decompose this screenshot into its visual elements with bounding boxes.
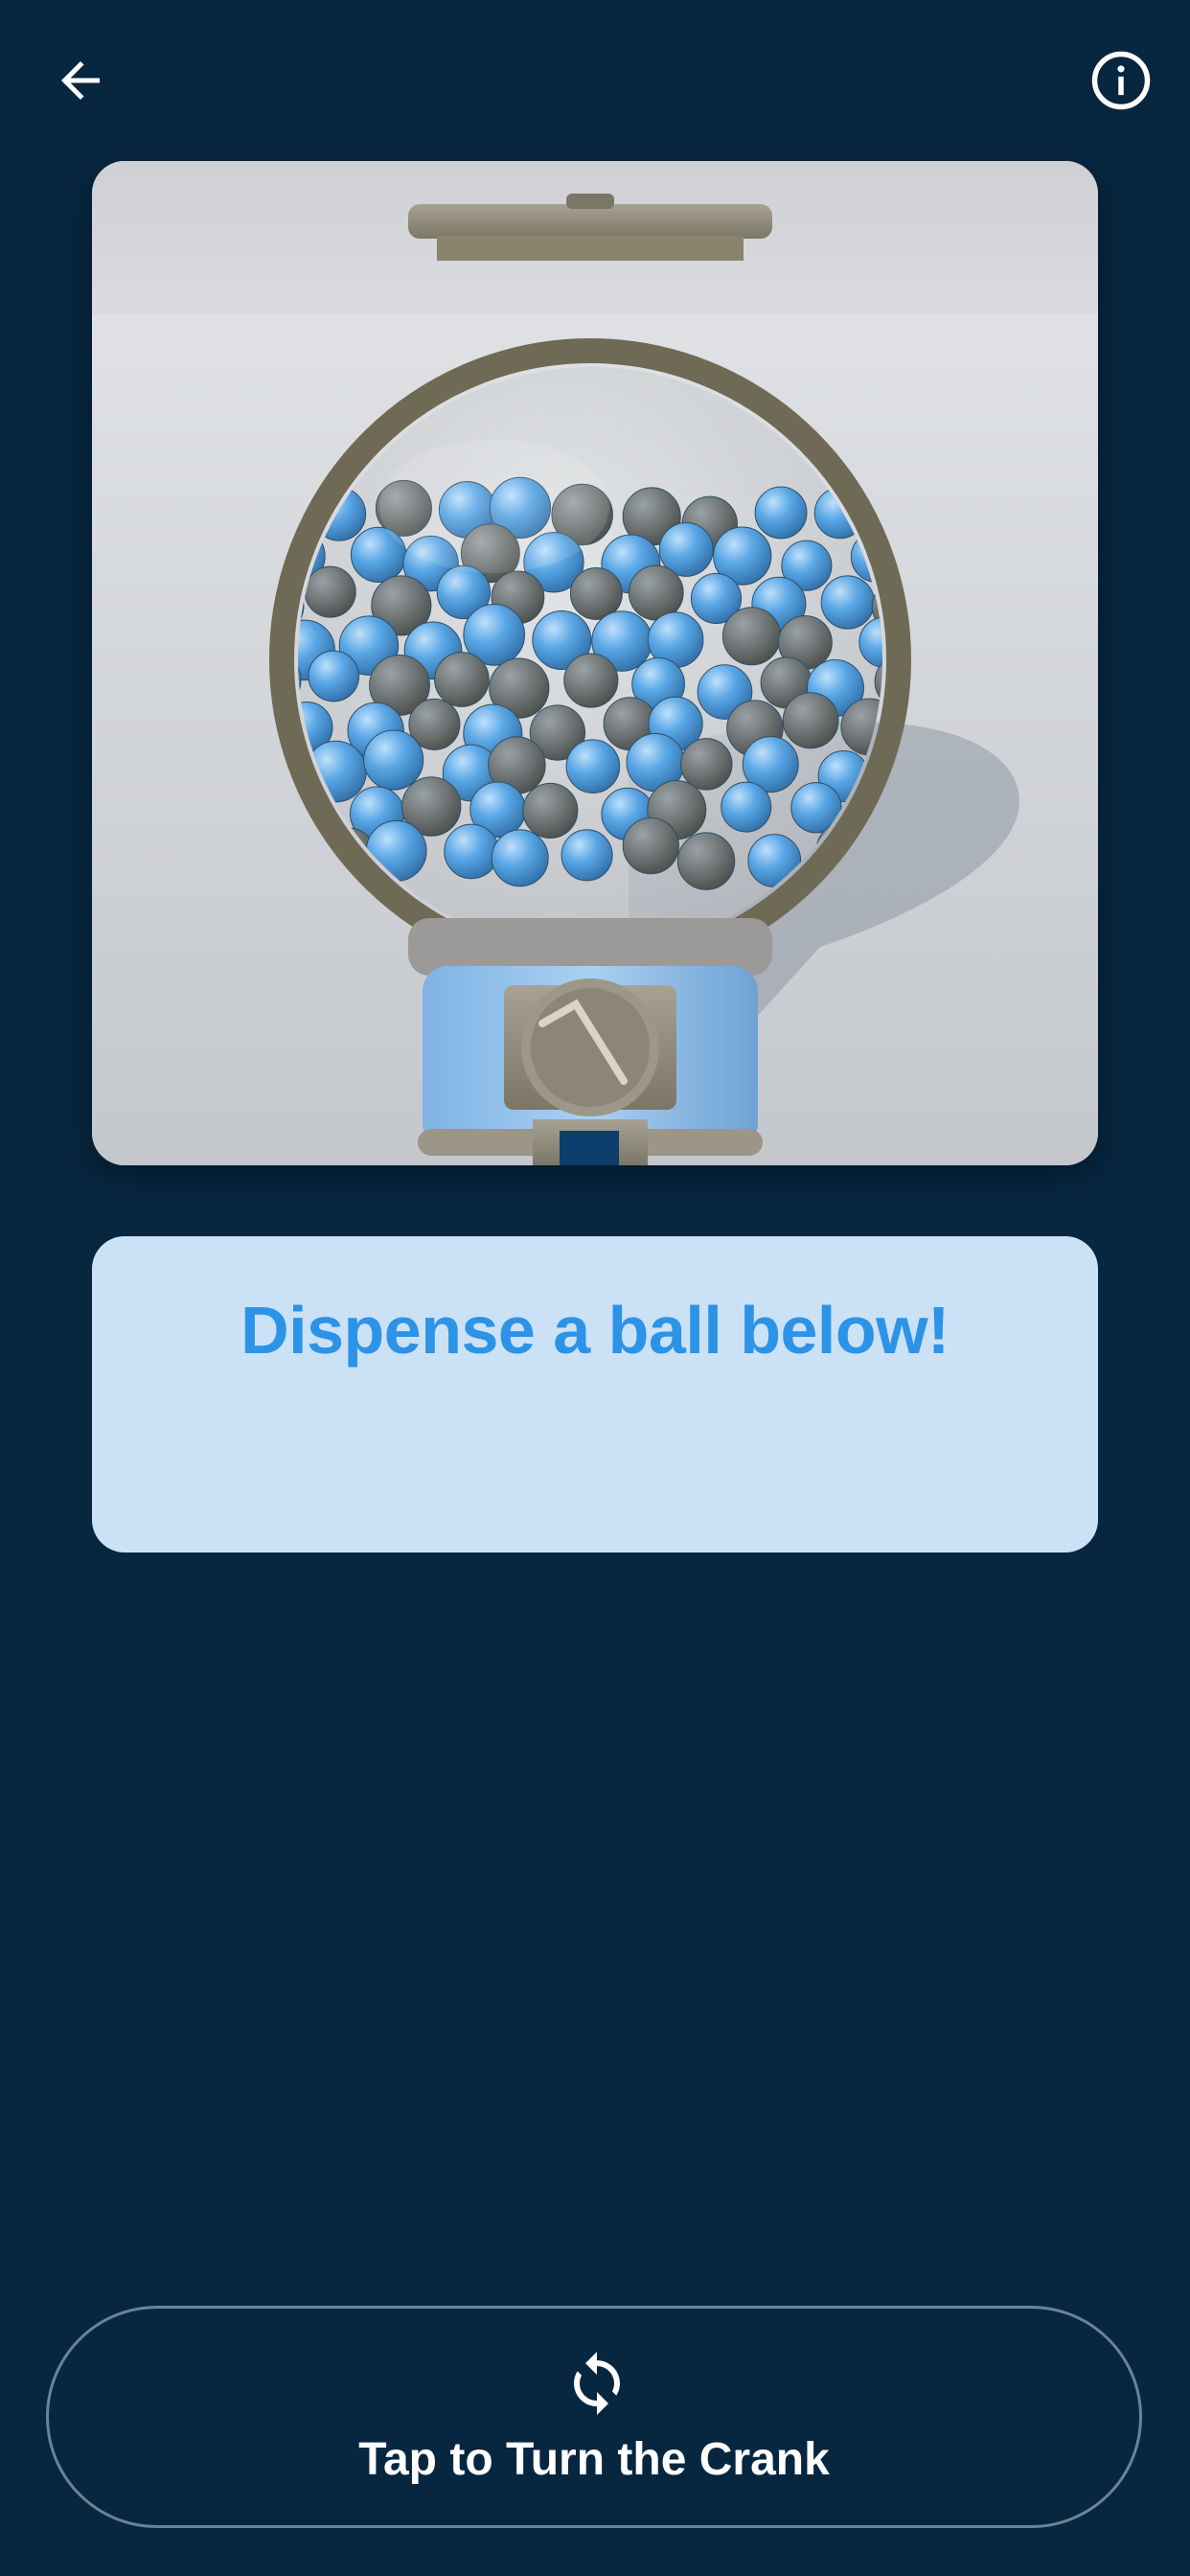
gumball <box>522 782 579 839</box>
gumball <box>491 829 549 887</box>
gumball <box>820 575 875 630</box>
info-button[interactable] <box>1073 33 1169 128</box>
gumball <box>782 692 839 749</box>
gumball <box>308 650 360 702</box>
arrow-left-icon <box>61 61 100 100</box>
gumball <box>676 832 736 890</box>
status-card: Dispense a ball below! <box>92 1236 1098 1552</box>
gumball <box>721 607 782 666</box>
gumball <box>565 739 621 794</box>
gumball-machine-image <box>92 161 1098 1165</box>
gumball <box>563 653 619 708</box>
turn-crank-button[interactable]: Tap to Turn the Crank <box>46 2306 1142 2528</box>
app-bar <box>0 0 1190 163</box>
gumball <box>304 565 356 618</box>
gumball <box>754 486 808 540</box>
gumball <box>561 829 613 882</box>
info-circle-icon <box>1091 51 1151 110</box>
refresh-icon <box>574 2352 620 2415</box>
turn-crank-label: Tap to Turn the Crank <box>358 2434 830 2485</box>
gumball <box>444 823 499 880</box>
back-button[interactable] <box>33 33 128 128</box>
status-message: Dispense a ball below! <box>240 1293 950 1368</box>
gumball <box>622 817 679 875</box>
gumball <box>434 652 490 707</box>
gumball <box>680 738 733 791</box>
gumball <box>721 781 772 833</box>
gumball <box>363 729 424 791</box>
